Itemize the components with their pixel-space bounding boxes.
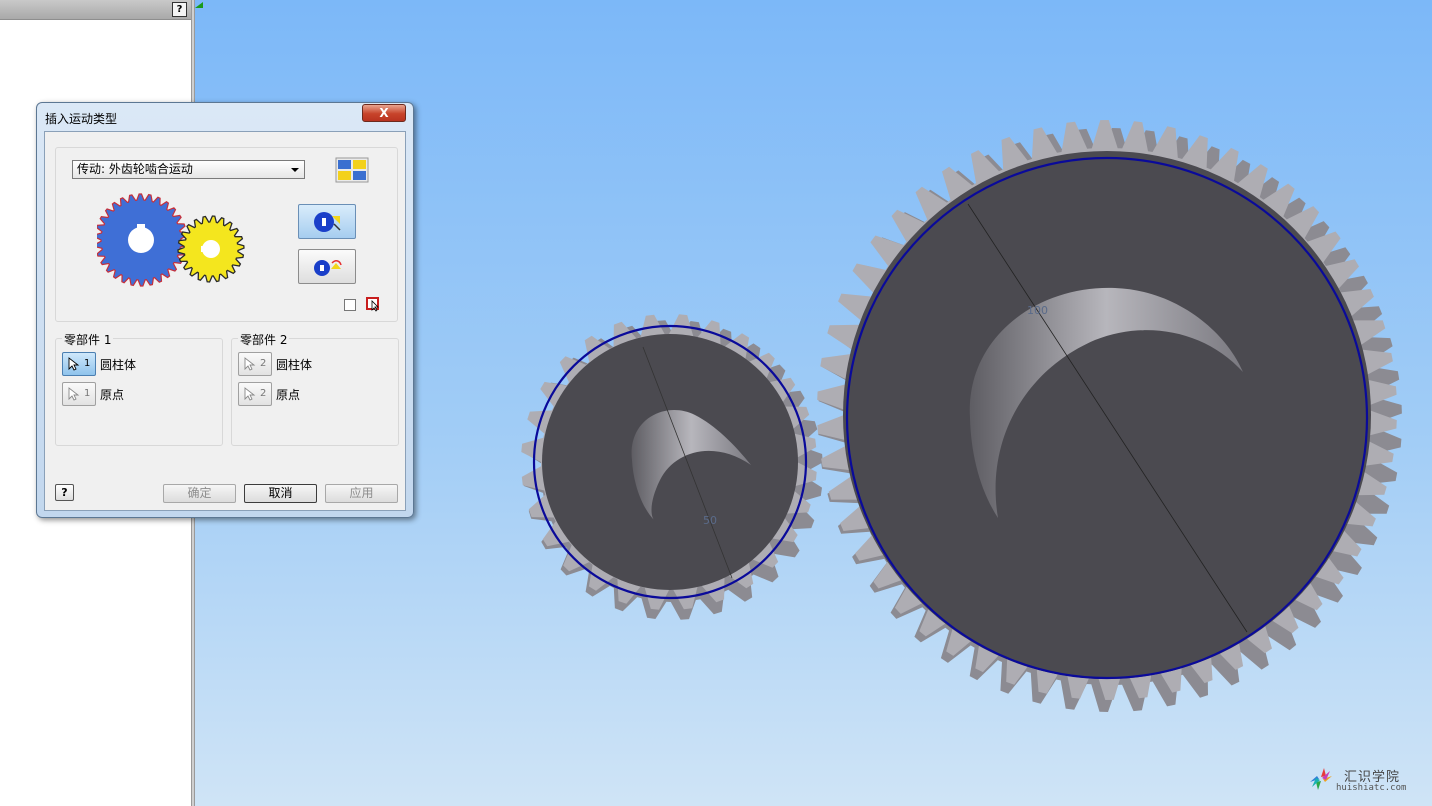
dialog-body: 传动: 外齿轮啮合运动 零部件 1 1 圆柱体 1 原点 零部件 2 2 圆柱体… [44, 131, 406, 511]
dialog-title: 插入运动类型 [45, 112, 118, 126]
insert-motion-dialog: 插入运动类型 X 传动: 外齿轮啮合运动 零部件 1 1 圆柱体 1 原点 零部… [36, 102, 414, 518]
apply-button[interactable]: 应用 [325, 484, 398, 503]
selection-number: 2 [260, 358, 267, 369]
motion-type-select[interactable]: 传动: 外齿轮啮合运动 [72, 160, 305, 179]
selection-number: 1 [84, 388, 91, 399]
axis-triad-icon [195, 2, 203, 8]
component-1-origin-row: 1 原点 [62, 382, 212, 406]
component-2-group: 零部件 2 2 圆柱体 2 原点 [231, 331, 399, 446]
browser-header: ? [0, 0, 191, 20]
lock-checkbox[interactable] [344, 299, 356, 311]
small-gear[interactable] [521, 314, 823, 620]
forward-motion-icon [314, 212, 341, 232]
component-1-cylinder-row: 1 圆柱体 [62, 352, 212, 376]
motion-types-grid-icon[interactable] [335, 157, 369, 183]
lock-cursor-icon [366, 297, 379, 312]
large-gear[interactable] [817, 120, 1402, 712]
selection-number: 1 [84, 358, 91, 369]
component-2-label: 零部件 2 [238, 331, 290, 348]
component-1-cylinder-select-button[interactable]: 1 [62, 352, 96, 376]
preview-blue-keyway [137, 224, 145, 230]
small-gear-dimension: 50 [703, 514, 717, 527]
dialog-help-button[interactable]: ? [55, 484, 74, 501]
large-gear-dimension: 100 [1027, 304, 1048, 317]
ok-button[interactable]: 确定 [163, 484, 236, 503]
forward-motion-button[interactable] [298, 204, 356, 239]
component-2-cylinder-text: 圆柱体 [276, 358, 313, 372]
cursor-arrow-icon [68, 387, 80, 401]
watermark-url: huishiatc.com [1336, 783, 1407, 793]
component-1-group: 零部件 1 1 圆柱体 1 原点 [55, 331, 223, 446]
motion-type-value: 传动: 外齿轮啮合运动 [77, 162, 193, 176]
component-1-origin-text: 原点 [100, 388, 125, 402]
component-2-cylinder-row: 2 圆柱体 [238, 352, 388, 376]
gear-mesh-preview-image [97, 193, 245, 287]
component-2-origin-text: 原点 [276, 388, 301, 402]
preview-blue-bore [128, 227, 154, 253]
browser-help-button[interactable]: ? [172, 2, 187, 17]
cursor-arrow-icon [68, 357, 80, 371]
component-1-label: 零部件 1 [62, 331, 114, 348]
component-2-origin-row: 2 原点 [238, 382, 388, 406]
reverse-motion-icon [314, 260, 342, 276]
component-1-origin-select-button[interactable]: 1 [62, 382, 96, 406]
cancel-button[interactable]: 取消 [244, 484, 317, 503]
watermark: 汇识学院 huishiatc.com [1308, 766, 1418, 796]
cursor-arrow-icon [244, 387, 256, 401]
reverse-motion-button[interactable] [298, 249, 356, 284]
component-2-origin-select-button[interactable]: 2 [238, 382, 272, 406]
selection-number: 2 [260, 388, 267, 399]
watermark-logo-icon [1310, 768, 1332, 790]
cursor-arrow-icon [244, 357, 256, 371]
component-1-cylinder-text: 圆柱体 [100, 358, 137, 372]
preview-yellow-keyway [201, 246, 207, 252]
chevron-down-icon [291, 168, 299, 172]
component-2-cylinder-select-button[interactable]: 2 [238, 352, 272, 376]
close-button[interactable]: X [362, 104, 406, 122]
